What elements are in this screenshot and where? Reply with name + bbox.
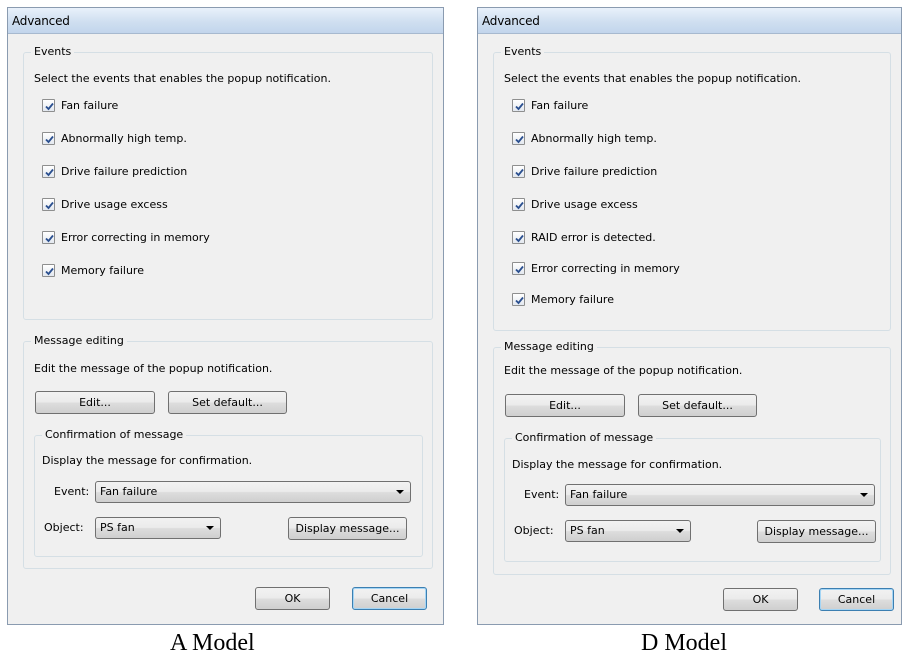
checkbox-label: Memory failure bbox=[61, 264, 144, 277]
chevron-down-icon[interactable] bbox=[860, 493, 868, 497]
checkbox-label: RAID error is detected. bbox=[531, 231, 656, 244]
checkbox-checked-icon[interactable] bbox=[42, 264, 55, 277]
checkbox-label: Abnormally high temp. bbox=[531, 132, 657, 145]
dialog-title: Advanced bbox=[482, 14, 540, 28]
event-label: Event: bbox=[54, 485, 90, 498]
checkbox-label: Drive usage excess bbox=[531, 198, 638, 211]
checkbox-checked-icon[interactable] bbox=[512, 293, 525, 306]
caption-a-model: A Model bbox=[170, 630, 255, 656]
events-group: Events bbox=[23, 45, 433, 320]
event-dropdown[interactable]: Fan failure bbox=[95, 481, 411, 503]
chevron-down-icon[interactable] bbox=[396, 490, 404, 494]
object-dropdown[interactable]: PS fan bbox=[95, 517, 221, 539]
events-legend: Events bbox=[31, 45, 75, 58]
edit-button[interactable]: Edit... bbox=[505, 394, 625, 417]
object-label: Object: bbox=[514, 524, 554, 537]
checkbox-checked-icon[interactable] bbox=[512, 99, 525, 112]
chevron-down-icon[interactable] bbox=[676, 529, 684, 533]
advanced-dialog-a: Advanced Events Select the events that e… bbox=[7, 7, 444, 625]
ok-button[interactable]: OK bbox=[723, 588, 798, 611]
object-dropdown[interactable]: PS fan bbox=[565, 520, 691, 542]
event-label: Event: bbox=[524, 488, 560, 501]
checkbox-label: Fan failure bbox=[531, 99, 589, 112]
checkbox-label: Drive failure prediction bbox=[531, 165, 658, 178]
checkbox-label: Memory failure bbox=[531, 293, 614, 306]
message-editing-legend: Message editing bbox=[31, 334, 127, 347]
checkbox-label: Fan failure bbox=[61, 99, 119, 112]
message-editing-description: Edit the message of the popup notificati… bbox=[504, 364, 743, 377]
checkbox-label: Abnormally high temp. bbox=[61, 132, 187, 145]
caption-d-model: D Model bbox=[641, 630, 727, 656]
checkbox-checked-icon[interactable] bbox=[512, 231, 525, 244]
edit-button[interactable]: Edit... bbox=[35, 391, 155, 414]
display-message-button[interactable]: Display message... bbox=[757, 520, 876, 543]
object-dropdown-value: PS fan bbox=[100, 521, 135, 534]
checkbox-checked-icon[interactable] bbox=[512, 132, 525, 145]
checkbox-checked-icon[interactable] bbox=[42, 99, 55, 112]
set-default-button[interactable]: Set default... bbox=[638, 394, 757, 417]
checkbox-checked-icon[interactable] bbox=[42, 198, 55, 211]
checkbox-checked-icon[interactable] bbox=[42, 231, 55, 244]
checkbox-label: Error correcting in memory bbox=[61, 231, 210, 244]
message-editing-description: Edit the message of the popup notificati… bbox=[34, 362, 273, 375]
events-legend: Events bbox=[501, 45, 545, 58]
object-dropdown-value: PS fan bbox=[570, 524, 605, 537]
title-bar: Advanced bbox=[478, 8, 901, 34]
confirmation-description: Display the message for confirmation. bbox=[512, 458, 723, 471]
display-message-button[interactable]: Display message... bbox=[288, 517, 407, 540]
title-bar: Advanced bbox=[8, 8, 443, 34]
events-description: Select the events that enables the popup… bbox=[34, 72, 331, 85]
checkbox-checked-icon[interactable] bbox=[42, 165, 55, 178]
checkbox-checked-icon[interactable] bbox=[42, 132, 55, 145]
ok-button[interactable]: OK bbox=[255, 587, 330, 610]
checkbox-label: Drive failure prediction bbox=[61, 165, 188, 178]
events-description: Select the events that enables the popup… bbox=[504, 72, 801, 85]
event-dropdown-value: Fan failure bbox=[100, 485, 158, 498]
checkbox-checked-icon[interactable] bbox=[512, 165, 525, 178]
checkbox-label: Error correcting in memory bbox=[531, 262, 680, 275]
cancel-button[interactable]: Cancel bbox=[352, 587, 427, 610]
checkbox-checked-icon[interactable] bbox=[512, 198, 525, 211]
dialog-title: Advanced bbox=[12, 14, 70, 28]
object-label: Object: bbox=[44, 521, 84, 534]
message-editing-legend: Message editing bbox=[501, 340, 597, 353]
confirmation-description: Display the message for confirmation. bbox=[42, 454, 253, 467]
cancel-button[interactable]: Cancel bbox=[819, 588, 894, 611]
event-dropdown-value: Fan failure bbox=[570, 488, 628, 501]
chevron-down-icon[interactable] bbox=[206, 526, 214, 530]
checkbox-label: Drive usage excess bbox=[61, 198, 168, 211]
confirmation-legend: Confirmation of message bbox=[512, 431, 657, 444]
confirmation-legend: Confirmation of message bbox=[42, 428, 187, 441]
set-default-button[interactable]: Set default... bbox=[168, 391, 287, 414]
event-dropdown[interactable]: Fan failure bbox=[565, 484, 875, 506]
events-group: Events bbox=[493, 45, 891, 331]
checkbox-checked-icon[interactable] bbox=[512, 262, 525, 275]
advanced-dialog-d: Advanced Events Select the events that e… bbox=[477, 7, 902, 625]
